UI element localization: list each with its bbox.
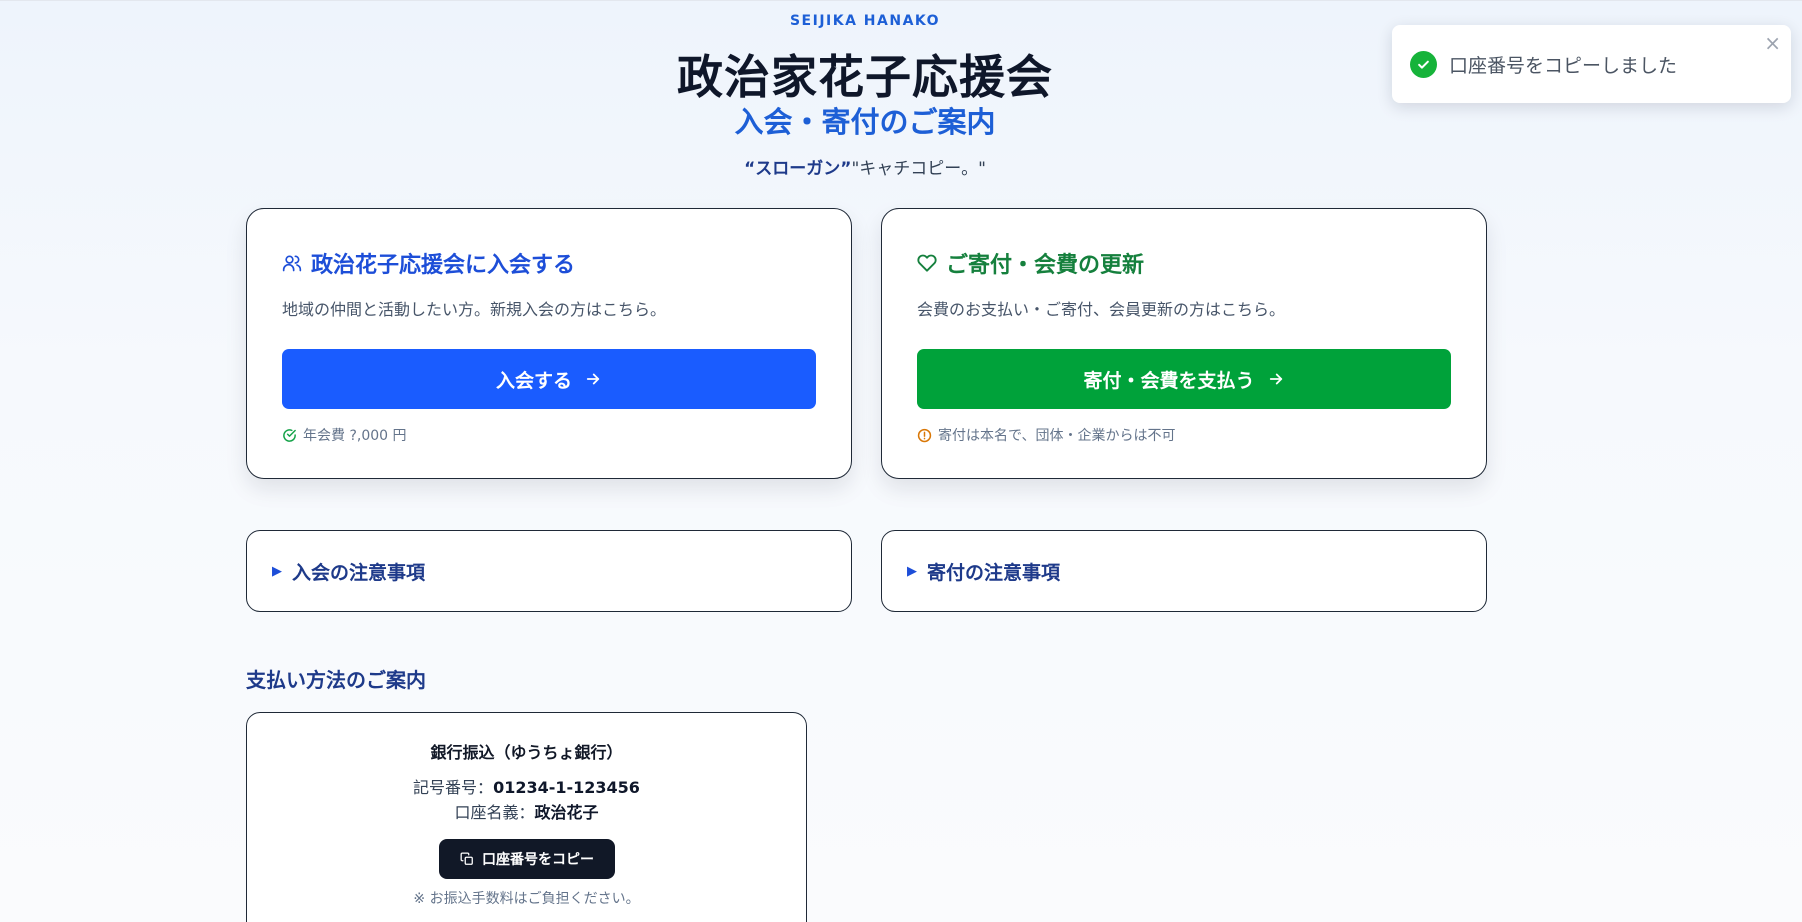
donate-button-label: 寄付・会費を支払う xyxy=(1083,369,1255,392)
toast-message: 口座番号をコピーしました xyxy=(1449,54,1678,77)
arrow-right-icon xyxy=(1267,370,1285,388)
donation-restriction-text: 寄付は本名で、団体・企業からは不可 xyxy=(938,428,1176,444)
check-circle-icon xyxy=(282,428,297,443)
donate-card-heading: ご寄付・会費の更新 xyxy=(917,247,1144,279)
arrow-right-icon xyxy=(584,370,602,388)
donation-notes-label: 寄付の注意事項 xyxy=(927,561,1061,584)
donate-button[interactable]: 寄付・会費を支払う xyxy=(917,349,1451,409)
join-card: 政治花子応援会に入会する 地域の仲間と活動したい方。新規入会の方はこちら。 入会… xyxy=(246,208,852,479)
join-card-heading: 政治花子応援会に入会する xyxy=(282,247,575,279)
fee-note: ※ お振込手数料はご負担ください。 xyxy=(413,891,640,907)
join-notes-accordion[interactable]: ▶ 入会の注意事項 xyxy=(246,530,852,612)
copy-account-button[interactable]: 口座番号をコピー xyxy=(439,839,615,879)
check-icon xyxy=(1410,50,1437,78)
close-icon[interactable]: × xyxy=(1764,31,1781,55)
annual-fee-text: 年会費 ?,000 円 xyxy=(303,428,407,444)
donate-card-title: ご寄付・会費の更新 xyxy=(946,253,1145,278)
join-notes-label: 入会の注意事項 xyxy=(292,561,426,584)
join-button-label: 入会する xyxy=(495,369,572,392)
triangle-right-icon: ▶ xyxy=(272,563,282,579)
join-button[interactable]: 入会する xyxy=(282,349,816,409)
page: SEIJIKA HANAKO 政治家花子応援会 入会・寄付のご案内 “スローガン… xyxy=(0,0,1802,922)
join-card-title: 政治花子応援会に入会する xyxy=(311,253,576,278)
payment-section-title: 支払い方法のご案内 xyxy=(246,668,426,692)
copy-icon xyxy=(460,852,474,866)
bank-transfer-card: 銀行振込（ゆうちょ銀行） 記号番号：01234-1-123456 口座名義：政治… xyxy=(246,712,807,922)
triangle-right-icon: ▶ xyxy=(907,563,917,579)
page-subtitle: 入会・寄付のご案内 xyxy=(734,105,996,139)
copy-success-toast: 口座番号をコピーしました × xyxy=(1392,25,1791,103)
join-card-description: 地域の仲間と活動したい方。新規入会の方はこちら。 xyxy=(282,300,667,319)
slogan-bold: “スローガン” xyxy=(744,159,852,179)
join-card-note: 年会費 ?,000 円 xyxy=(282,425,407,445)
donation-notes-accordion[interactable]: ▶ 寄付の注意事項 xyxy=(881,530,1487,612)
account-number: 01234-1-123456 xyxy=(493,778,640,797)
alert-circle-icon xyxy=(917,428,932,443)
bank-title: 銀行振込（ゆうちょ銀行） xyxy=(430,743,623,762)
account-number-line: 記号番号：01234-1-123456 xyxy=(247,774,806,798)
donate-card-description: 会費のお支払い・ご寄付、会員更新の方はこちら。 xyxy=(917,300,1286,319)
account-name: 政治花子 xyxy=(534,803,599,822)
heart-icon xyxy=(917,253,937,273)
account-name-line: 口座名義：政治花子 xyxy=(247,799,806,823)
account-number-label: 記号番号： xyxy=(413,778,494,797)
copy-button-label: 口座番号をコピー xyxy=(482,852,594,868)
donate-card-note: 寄付は本名で、団体・企業からは不可 xyxy=(917,425,1175,445)
account-name-label: 口座名義： xyxy=(454,803,535,822)
users-icon xyxy=(282,253,302,273)
slogan-rest: "キャチコピー。" xyxy=(851,159,986,179)
slogan: “スローガン”"キャチコピー。" xyxy=(0,154,1730,179)
donate-card: ご寄付・会費の更新 会費のお支払い・ご寄付、会員更新の方はこちら。 寄付・会費を… xyxy=(881,208,1487,479)
